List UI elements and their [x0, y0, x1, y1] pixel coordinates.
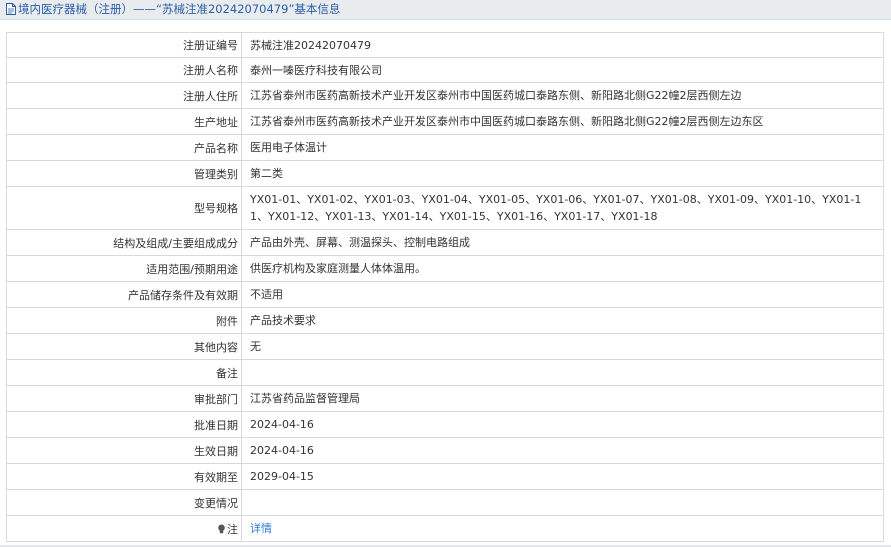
- field-value: 2024-04-16: [250, 418, 314, 431]
- table-row: 结构及组成/主要组成成分 产品由外壳、屏幕、测温探头、控制电路组成: [7, 230, 883, 256]
- field-label: 型号规格: [7, 187, 242, 229]
- table-row: 型号规格 YX01-01、YX01-02、YX01-03、YX01-04、YX0…: [7, 187, 883, 230]
- details-link[interactable]: 详情: [250, 520, 272, 537]
- field-label: 注册人住所: [7, 83, 242, 108]
- table-row: 产品储存条件及有效期 不适用: [7, 282, 883, 308]
- field-label: 生效日期: [7, 438, 242, 463]
- field-label: 适用范围/预期用途: [7, 256, 242, 281]
- field-label: 生产地址: [7, 109, 242, 134]
- info-table: 注册证编号 苏械注准20242070479 注册人名称 泰州一嗪医疗科技有限公司…: [6, 32, 884, 542]
- field-label: 产品储存条件及有效期: [7, 282, 242, 307]
- field-label: 审批部门: [7, 386, 242, 411]
- field-value: 江苏省泰州市医药高新技术产业开发区泰州市中国医药城口泰路东侧、新阳路北侧G22幢…: [250, 115, 764, 128]
- note-label: 注: [227, 522, 238, 536]
- field-value: 江苏省泰州市医药高新技术产业开发区泰州市中国医药城口泰路东侧、新阳路北侧G22幢…: [250, 89, 742, 102]
- note-value: 详情: [242, 516, 883, 541]
- field-value: [242, 490, 883, 515]
- field-label: 附件: [7, 308, 242, 333]
- field-label: 备注: [7, 360, 242, 385]
- field-value: 2029-04-15: [250, 470, 314, 483]
- field-value: 2024-04-16: [250, 444, 314, 457]
- field-label: 批准日期: [7, 412, 242, 437]
- table-row: 注册证编号 苏械注准20242070479: [7, 33, 883, 58]
- field-value: YX01-01、YX01-02、YX01-03、YX01-04、YX01-05、…: [250, 193, 862, 223]
- field-value: 无: [250, 340, 261, 353]
- table-row: 注册人名称 泰州一嗪医疗科技有限公司: [7, 58, 883, 83]
- page-header: 境内医疗器械（注册）——“苏械注准20242070479”基本信息: [0, 0, 891, 20]
- table-row: 附件 产品技术要求: [7, 308, 883, 334]
- field-value: [242, 360, 883, 385]
- field-value: 泰州一嗪医疗科技有限公司: [250, 63, 382, 77]
- field-label: 变更情况: [7, 490, 242, 515]
- table-row: 注 详情: [7, 516, 883, 542]
- field-value: 供医疗机构及家庭测量人体体温用。: [250, 262, 426, 275]
- table-row: 变更情况: [7, 490, 883, 516]
- table-row: 批准日期 2024-04-16: [7, 412, 883, 438]
- field-value: 医用电子体温计: [250, 141, 327, 154]
- table-row: 注册人住所 江苏省泰州市医药高新技术产业开发区泰州市中国医药城口泰路东侧、新阳路…: [7, 83, 883, 109]
- field-value: 产品技术要求: [250, 314, 316, 327]
- lightbulb-icon: [218, 524, 225, 533]
- field-value: 不适用: [250, 288, 283, 301]
- table-row: 备注: [7, 360, 883, 386]
- table-row: 有效期至 2029-04-15: [7, 464, 883, 490]
- field-label: 管理类别: [7, 161, 242, 186]
- page-title: 境内医疗器械（注册）——“苏械注准20242070479”基本信息: [18, 2, 341, 16]
- field-label: 有效期至: [7, 464, 242, 489]
- table-row: 管理类别 第二类: [7, 161, 883, 187]
- field-value: 苏械注准20242070479: [250, 38, 371, 52]
- table-row: 其他内容 无: [7, 334, 883, 360]
- field-value: 产品由外壳、屏幕、测温探头、控制电路组成: [250, 236, 470, 249]
- document-icon: [6, 3, 16, 15]
- field-value: 第二类: [250, 167, 283, 180]
- table-row: 产品名称 医用电子体温计: [7, 135, 883, 161]
- note-label-cell: 注: [7, 516, 242, 541]
- field-label: 注册证编号: [7, 33, 242, 57]
- field-label: 注册人名称: [7, 58, 242, 82]
- table-row: 适用范围/预期用途 供医疗机构及家庭测量人体体温用。: [7, 256, 883, 282]
- field-label: 产品名称: [7, 135, 242, 160]
- field-label: 其他内容: [7, 334, 242, 359]
- table-row: 生产地址 江苏省泰州市医药高新技术产业开发区泰州市中国医药城口泰路东侧、新阳路北…: [7, 109, 883, 135]
- table-row: 审批部门 江苏省药品监督管理局: [7, 386, 883, 412]
- table-row: 生效日期 2024-04-16: [7, 438, 883, 464]
- field-value: 江苏省药品监督管理局: [250, 392, 360, 405]
- field-label: 结构及组成/主要组成成分: [7, 230, 242, 255]
